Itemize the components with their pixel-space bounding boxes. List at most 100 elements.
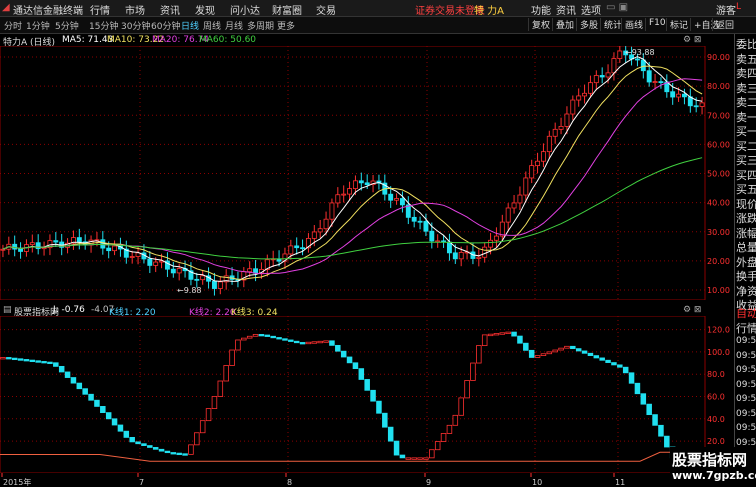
candle-body xyxy=(53,240,59,243)
candle-body xyxy=(582,92,588,97)
market-label: 行情 xyxy=(736,322,756,335)
restore-rights-button[interactable]: 复权 xyxy=(528,18,550,31)
period-toolbar: 分时 1分钟 5分钟 15分钟 30分钟 60分钟 日线 周线 月线 多周期 更… xyxy=(0,17,756,34)
indicator-bar xyxy=(617,364,623,368)
date-tick-label: 7 xyxy=(139,478,144,487)
settings-icon[interactable]: ⚙ ⊠ xyxy=(683,35,701,45)
period-tab-week[interactable]: 周线 xyxy=(203,19,221,32)
menu-news[interactable]: 资讯 xyxy=(556,2,576,17)
period-tab-15min[interactable]: 15分钟 xyxy=(89,19,118,32)
indicator-bar xyxy=(94,399,100,407)
menu-item-trade[interactable]: 交易 xyxy=(316,2,336,17)
app-logo-icon: ◢ xyxy=(2,2,10,13)
candle-body xyxy=(100,239,106,249)
candle-body xyxy=(546,135,552,153)
menu-function[interactable]: 功能 xyxy=(531,2,551,17)
candle-body xyxy=(611,58,617,74)
indicator-bar xyxy=(141,443,147,446)
tick-time: 09:53 xyxy=(736,423,756,433)
ma60-label: MA60: 50.60 xyxy=(199,35,257,45)
minimize-icon[interactable]: ▭ ▣ xyxy=(606,2,628,13)
indicator-bar xyxy=(105,412,112,420)
indicator-bar xyxy=(17,358,24,361)
candle-body xyxy=(570,99,576,115)
f10-button[interactable]: F10 xyxy=(645,18,666,31)
price-tick-label: 80.00 xyxy=(707,82,730,91)
indicator-chart[interactable]: 120.0 100.0 80.0 60.0 40.0 20.0 xyxy=(0,316,734,473)
period-tab-5min[interactable]: 5分钟 xyxy=(55,19,79,32)
indicator-bar xyxy=(199,420,206,434)
candle-body xyxy=(517,194,523,204)
indicator-bar xyxy=(605,359,611,363)
price-tick-label: 30.00 xyxy=(707,228,730,237)
indicator-bar xyxy=(182,453,188,456)
candle-body xyxy=(576,95,582,101)
indicator-bar xyxy=(346,356,353,364)
candle-body xyxy=(658,81,664,83)
candlestick-chart[interactable]: 90.00 80.00 70.00 60.00 50.00 40.00 30.00 20.00… xyxy=(0,46,734,300)
menu-item-market2[interactable]: 市场 xyxy=(125,2,145,17)
draw-line-button[interactable]: 画线 xyxy=(621,18,643,31)
indicator-menu-icon[interactable]: ▤ xyxy=(3,305,12,315)
menu-item-market[interactable]: 行情 xyxy=(90,2,110,17)
indicator-bar xyxy=(82,388,88,395)
candle-body xyxy=(564,113,570,127)
indicator-bar xyxy=(176,452,182,456)
period-tab-multi[interactable]: 多周期 xyxy=(247,19,274,32)
back-button[interactable]: 返回 xyxy=(712,18,734,31)
indicator-bar xyxy=(575,348,582,352)
candle-body xyxy=(640,59,646,72)
period-tab-30min[interactable]: 30分钟 xyxy=(121,19,150,32)
indicator-bar xyxy=(364,379,370,391)
date-tick-label: 11 xyxy=(615,478,625,487)
mark-button[interactable]: 标记 xyxy=(666,18,688,31)
indicator-bar xyxy=(270,335,276,339)
candle-body xyxy=(129,256,135,258)
menu-item-news[interactable]: 资讯 xyxy=(160,2,180,17)
indicator-bar xyxy=(382,412,388,428)
candle-body xyxy=(217,281,223,289)
menu-item-discover[interactable]: 发现 xyxy=(195,2,215,17)
menu-options[interactable]: 选项 xyxy=(581,2,601,17)
candle-body xyxy=(458,251,464,260)
indicator-bar xyxy=(205,408,212,422)
candle-body xyxy=(593,75,599,84)
stock-label: 特 力A xyxy=(474,6,505,17)
menu-item-wealth[interactable]: 财富圈 xyxy=(272,2,302,17)
indicator-bar xyxy=(434,441,441,451)
indicator-bar xyxy=(335,344,341,352)
candle-body xyxy=(605,72,611,78)
overlay-button[interactable]: 叠加 xyxy=(552,18,574,31)
candle-body xyxy=(347,188,353,195)
period-tab-1min[interactable]: 1分钟 xyxy=(26,19,50,32)
period-tab-tick[interactable]: 分时 xyxy=(4,19,22,32)
multi-stock-button[interactable]: 多股 xyxy=(576,18,598,31)
period-tab-month[interactable]: 月线 xyxy=(225,19,243,32)
candle-body xyxy=(247,268,253,273)
indicator-bar xyxy=(376,400,382,414)
close-indicator-icon[interactable]: ⚙ ⊠ xyxy=(683,305,701,315)
indicator-bar xyxy=(546,351,553,355)
candle-body xyxy=(211,280,217,289)
indicator-bar xyxy=(564,345,570,349)
menu-guest[interactable]: 游客 xyxy=(716,2,736,17)
period-tab-60min[interactable]: 60分钟 xyxy=(151,19,180,32)
candle-body xyxy=(482,246,488,258)
indicator-bar xyxy=(393,440,400,456)
tick-time: 09:52 xyxy=(736,379,756,390)
indicator-bar xyxy=(487,333,494,337)
price-tick-label: 50.00 xyxy=(707,170,730,179)
menu-item-ask[interactable]: 问小达 xyxy=(230,2,260,17)
statistics-button[interactable]: 统计 xyxy=(600,18,622,31)
indicator-bar xyxy=(47,361,53,365)
candle-body xyxy=(523,177,529,196)
period-tab-day[interactable]: 日线 xyxy=(181,19,199,32)
indicator-bar xyxy=(152,447,159,450)
indicator-bar xyxy=(264,334,271,337)
candle-body xyxy=(535,160,541,167)
indicator-bar xyxy=(652,414,658,426)
indicator-bar xyxy=(147,445,153,448)
auto-label: 自动 xyxy=(736,307,756,320)
candle-body xyxy=(646,70,652,83)
period-tab-more[interactable]: 更多 xyxy=(277,19,295,32)
